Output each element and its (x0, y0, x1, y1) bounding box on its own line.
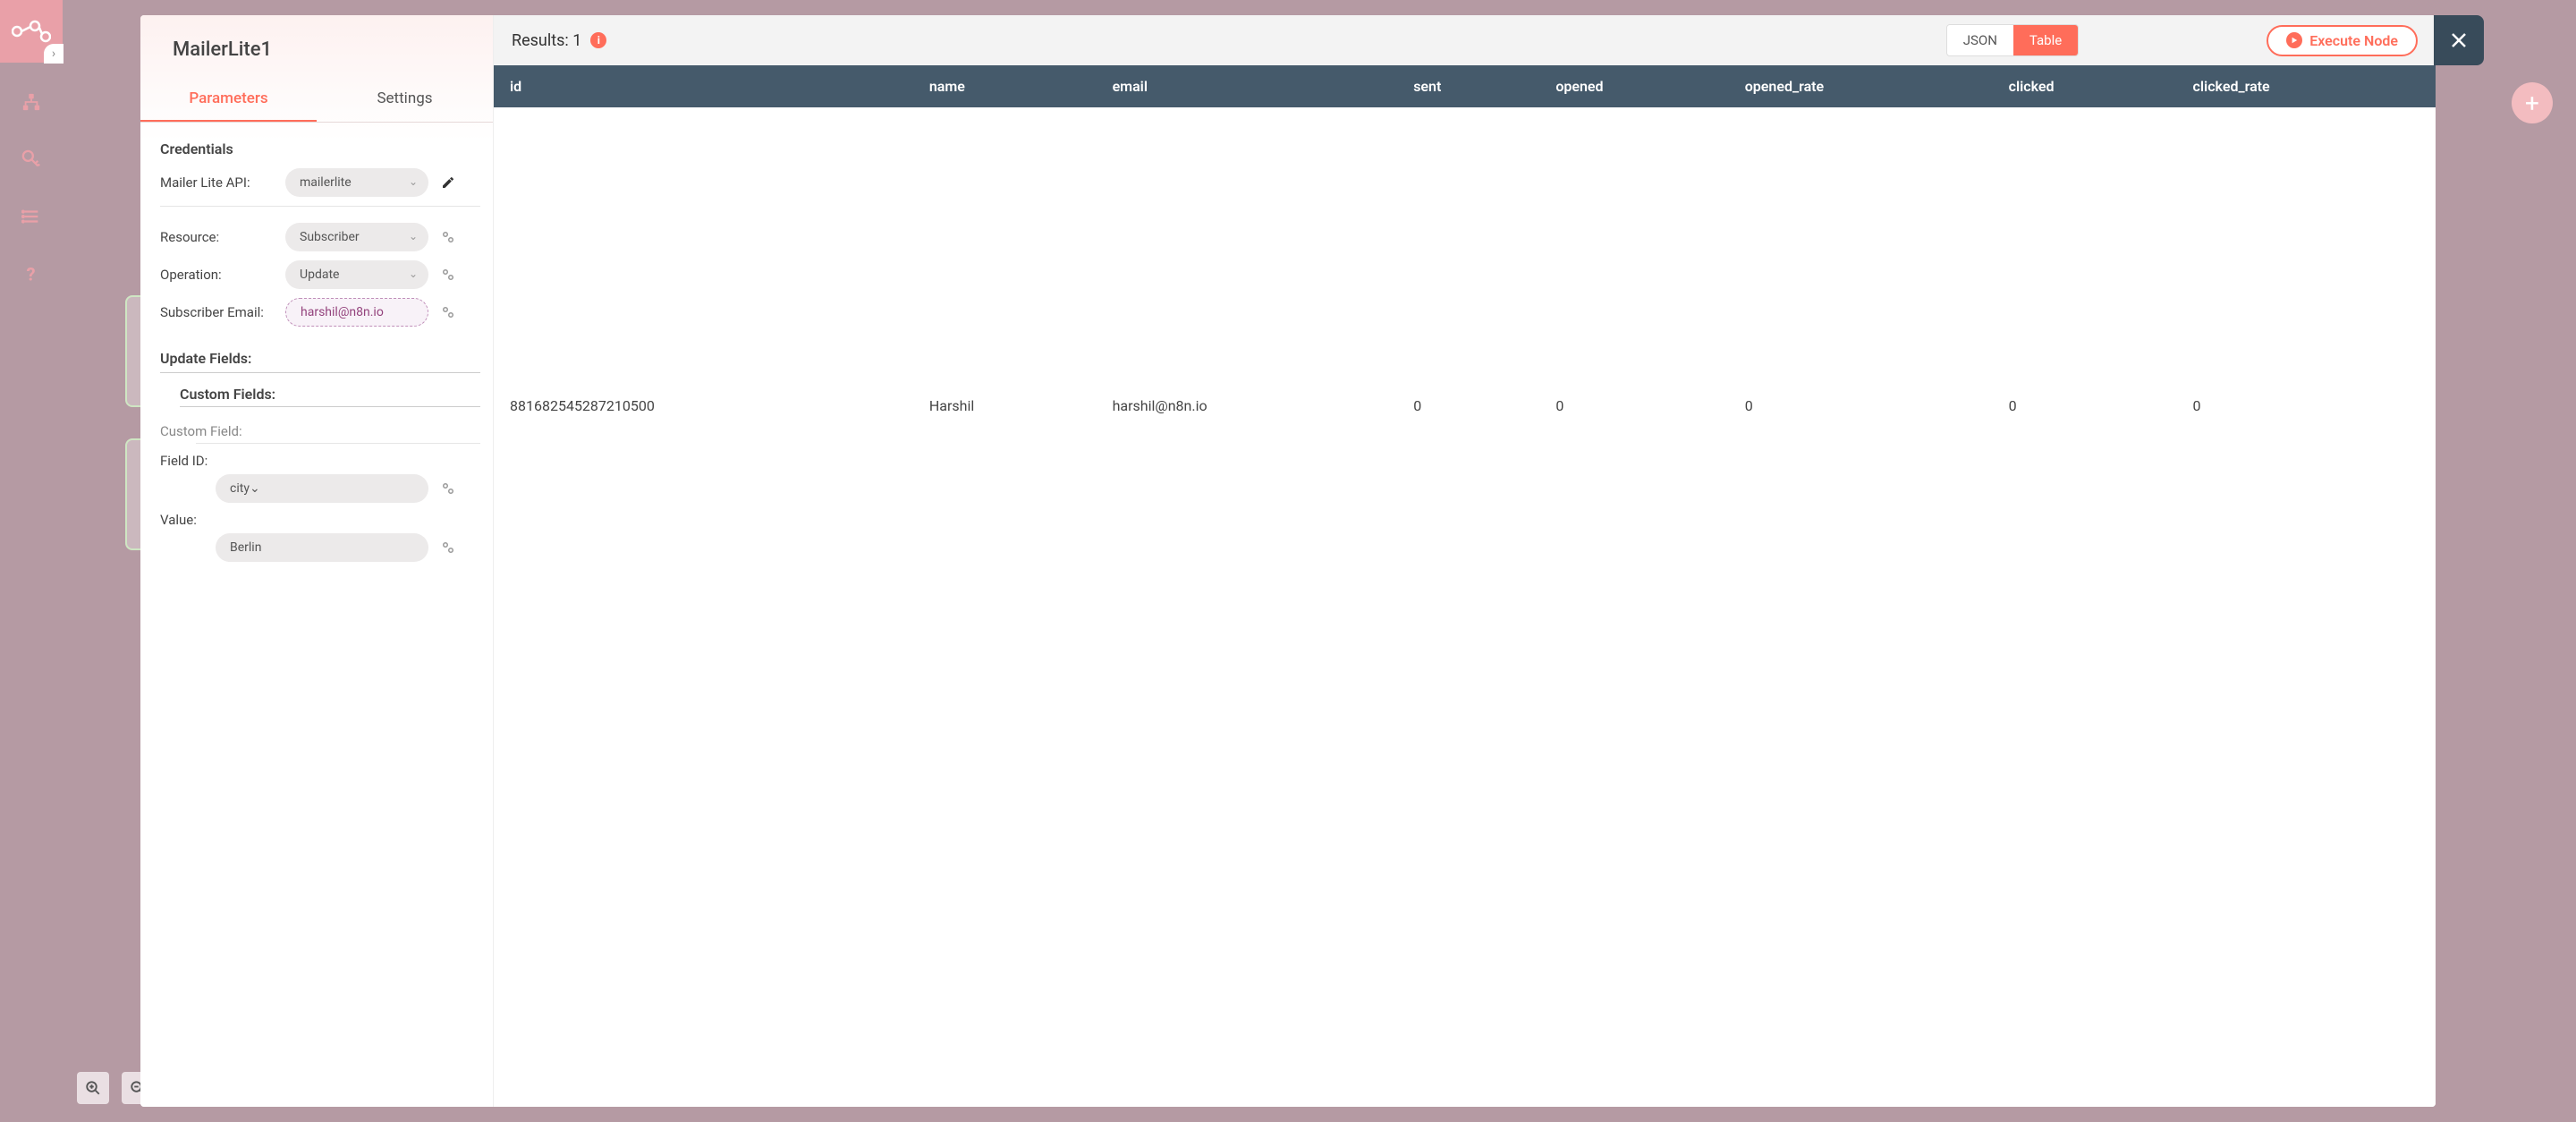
subscriber-email-input[interactable]: harshil@n8n.io (285, 298, 428, 327)
node-editor-dialog: MailerLite1 Parameters Settings Credenti… (140, 15, 2436, 1107)
play-icon (2286, 32, 2302, 48)
field-id-options-icon[interactable] (437, 478, 459, 499)
operation-select[interactable]: Update ⌄ (285, 260, 428, 289)
credential-value: mailerlite (300, 175, 352, 190)
n8n-logo-icon (12, 20, 51, 43)
th-opened: opened (1539, 65, 1728, 107)
custom-fields-header: Custom Fields: (180, 386, 480, 403)
value-label: Value: (160, 512, 480, 528)
operation-options-icon[interactable] (437, 264, 459, 285)
svg-text:?: ? (27, 264, 36, 284)
close-icon (2448, 30, 2470, 51)
credential-select[interactable]: mailerlite ⌄ (285, 168, 428, 197)
credentials-header: Credentials (160, 140, 480, 157)
operation-value: Update (300, 268, 339, 282)
chevron-down-icon: ⌄ (409, 230, 418, 242)
table-row[interactable]: 881682545287210500 Harshil harshil@n8n.i… (494, 385, 2436, 427)
subscriber-email-value: harshil@n8n.io (301, 305, 384, 319)
results-table: id name email sent opened opened_rate cl… (494, 65, 2436, 1107)
th-name: name (913, 65, 1097, 107)
app-logo[interactable]: › (0, 0, 63, 63)
resource-value: Subscriber (300, 230, 360, 244)
th-id: id (494, 65, 913, 107)
th-clicked: clicked (1993, 65, 2177, 107)
edit-credential-icon[interactable] (437, 172, 459, 193)
rail-expand-toggle[interactable]: › (44, 44, 64, 64)
help-icon[interactable]: ? (13, 256, 49, 292)
tab-settings[interactable]: Settings (317, 77, 493, 122)
cell-email: harshil@n8n.io (1097, 385, 1398, 427)
th-opened-rate: opened_rate (1729, 65, 1993, 107)
cell-opened: 0 (1539, 385, 1728, 427)
chevron-down-icon: ⌄ (409, 268, 418, 280)
execute-node-button[interactable]: Execute Node (2267, 25, 2418, 56)
value-value: Berlin (230, 540, 261, 555)
left-rail: › ? (0, 0, 63, 1122)
zoom-in-button[interactable] (77, 1072, 109, 1104)
executions-icon[interactable] (13, 199, 49, 234)
results-count: Results: 1 (512, 31, 581, 50)
resource-options-icon[interactable] (437, 226, 459, 248)
add-node-fab[interactable]: + (2512, 82, 2553, 123)
update-fields-header: Update Fields: (160, 350, 480, 367)
credentials-icon[interactable] (13, 141, 49, 177)
subscriber-email-label: Subscriber Email: (160, 304, 285, 320)
workflows-icon[interactable] (13, 84, 49, 120)
th-sent: sent (1397, 65, 1539, 107)
th-clicked-rate: clicked_rate (2177, 65, 2436, 107)
view-toggle: JSON Table (1946, 24, 2080, 56)
chevron-down-icon: ⌄ (409, 175, 418, 188)
operation-label: Operation: (160, 267, 285, 283)
tab-parameters[interactable]: Parameters (140, 77, 317, 122)
th-email: email (1097, 65, 1398, 107)
results-header: Results: 1 i JSON Table Execute Node (494, 15, 2436, 65)
field-id-label: Field ID: (160, 453, 480, 469)
cell-id: 881682545287210500 (494, 385, 913, 427)
value-input[interactable]: Berlin (216, 533, 428, 562)
chevron-down-icon: ⌄ (250, 481, 260, 496)
value-options-icon[interactable] (437, 537, 459, 558)
view-json-button[interactable]: JSON (1947, 25, 2013, 55)
info-icon[interactable]: i (590, 32, 606, 48)
node-title: MailerLite1 (140, 15, 493, 77)
view-table-button[interactable]: Table (2013, 25, 2078, 55)
panel-tabs: Parameters Settings (140, 77, 493, 123)
field-id-value: city (230, 481, 250, 496)
subscriber-email-options-icon[interactable] (437, 302, 459, 323)
table-header-row: id name email sent opened opened_rate cl… (494, 65, 2436, 107)
field-id-select[interactable]: city ⌄ (216, 474, 428, 503)
cell-opened-rate: 0 (1729, 385, 1993, 427)
results-panel: Results: 1 i JSON Table Execute Node id … (494, 15, 2436, 1107)
resource-select[interactable]: Subscriber ⌄ (285, 223, 428, 251)
custom-field-label: Custom Field: (160, 423, 480, 439)
cell-sent: 0 (1397, 385, 1539, 427)
cell-name: Harshil (913, 385, 1097, 427)
cell-clicked-rate: 0 (2177, 385, 2436, 427)
resource-label: Resource: (160, 229, 285, 245)
close-dialog-button[interactable] (2434, 15, 2484, 65)
cell-clicked: 0 (1993, 385, 2177, 427)
parameters-panel: MailerLite1 Parameters Settings Credenti… (140, 15, 494, 1107)
execute-label: Execute Node (2309, 32, 2398, 49)
credential-label: Mailer Lite API: (160, 174, 285, 191)
